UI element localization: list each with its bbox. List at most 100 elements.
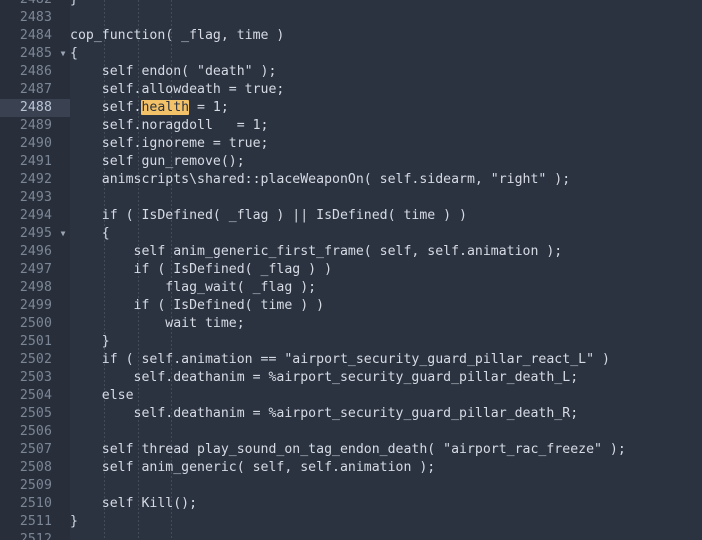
code-text[interactable]: self thread play_sound_on_tag_endon_deat… — [70, 441, 626, 459]
line-gutter[interactable]: 2494 — [0, 207, 70, 225]
code-line[interactable]: 2483 — [0, 9, 702, 27]
line-gutter[interactable]: 2491 — [0, 153, 70, 171]
line-gutter[interactable]: 2505 — [0, 405, 70, 423]
code-text[interactable]: self.noragdoll = 1; — [70, 117, 269, 135]
line-gutter[interactable]: 2504 — [0, 387, 70, 405]
line-gutter[interactable]: 2484 — [0, 27, 70, 45]
line-number: 2503 — [19, 370, 52, 385]
code-text[interactable]: self.allowdeath = true; — [70, 81, 285, 99]
line-gutter[interactable]: 2495 ▼ — [0, 225, 70, 243]
code-text[interactable]: flag_wait( _flag ); — [70, 279, 316, 297]
code-line[interactable]: 2493 — [0, 189, 702, 207]
code-line[interactable]: 2505 self.deathanim = %airport_security_… — [0, 405, 702, 423]
code-editor[interactable]: 2482}24832484cop_function( _flag, time )… — [0, 0, 702, 540]
line-gutter[interactable]: 2508 — [0, 459, 70, 477]
code-line[interactable]: 2487 self.allowdeath = true; — [0, 81, 702, 99]
code-line[interactable]: 2510 self Kill(); — [0, 495, 702, 513]
line-gutter[interactable]: 2482 — [0, 0, 70, 9]
code-text[interactable]: cop_function( _flag, time ) — [70, 27, 284, 45]
line-gutter[interactable]: 2490 — [0, 135, 70, 153]
code-line[interactable]: 2491 self gun_remove(); — [0, 153, 702, 171]
code-text[interactable]: animscripts\shared::placeWeaponOn( self.… — [70, 171, 570, 189]
code-line[interactable]: 2511} — [0, 513, 702, 531]
line-gutter[interactable]: 2502 — [0, 351, 70, 369]
code-text[interactable]: } — [70, 333, 110, 351]
line-gutter[interactable]: 2501 — [0, 333, 70, 351]
fold-triangle-down-icon[interactable]: ▼ — [57, 225, 69, 243]
fold-triangle-down-icon[interactable]: ▼ — [57, 45, 69, 63]
code-line[interactable]: 2498 flag_wait( _flag ); — [0, 279, 702, 297]
line-gutter[interactable]: 2500 — [0, 315, 70, 333]
code-text[interactable]: if ( IsDefined( _flag ) ) — [70, 261, 333, 279]
code-line[interactable]: 2508 self anim_generic( self, self.anima… — [0, 459, 702, 477]
code-text[interactable]: self Kill(); — [70, 495, 197, 513]
line-gutter[interactable]: 2510 — [0, 495, 70, 513]
code-line[interactable]: 2506 — [0, 423, 702, 441]
code-line[interactable]: 2502 if ( self.animation == "airport_sec… — [0, 351, 702, 369]
line-gutter[interactable]: 2487 — [0, 81, 70, 99]
line-gutter[interactable]: 2493 — [0, 189, 70, 207]
code-line[interactable]: 2482} — [0, 0, 702, 9]
line-number: 2506 — [19, 424, 52, 439]
code-line[interactable]: 2490 self.ignoreme = true; — [0, 135, 702, 153]
code-text[interactable]: { — [70, 225, 110, 243]
line-number: 2491 — [19, 154, 52, 169]
code-line[interactable]: 2489 self.noragdoll = 1; — [0, 117, 702, 135]
code-line[interactable]: 2495 ▼ { — [0, 225, 702, 243]
line-gutter[interactable]: 2498 — [0, 279, 70, 297]
code-text[interactable]: } — [70, 0, 78, 9]
code-text[interactable]: if ( IsDefined( time ) ) — [70, 297, 325, 315]
line-gutter[interactable]: 2492 — [0, 171, 70, 189]
line-gutter[interactable]: 2511 — [0, 513, 70, 531]
line-gutter[interactable]: 2486 — [0, 63, 70, 81]
code-line[interactable]: 2500 wait time; — [0, 315, 702, 333]
code-line[interactable]: 2485 ▼{ — [0, 45, 702, 63]
code-line[interactable]: 2507 self thread play_sound_on_tag_endon… — [0, 441, 702, 459]
line-gutter[interactable]: 2483 — [0, 9, 70, 27]
code-line[interactable]: 2512 — [0, 531, 702, 540]
code-text[interactable]: else — [70, 387, 134, 405]
line-number: 2499 — [19, 298, 52, 313]
line-gutter[interactable]: 2507 — [0, 441, 70, 459]
line-gutter[interactable]: 2506 — [0, 423, 70, 441]
line-gutter[interactable]: 2489 — [0, 117, 70, 135]
line-gutter[interactable]: 2499 — [0, 297, 70, 315]
code-lines-container[interactable]: 2482}24832484cop_function( _flag, time )… — [0, 0, 702, 540]
line-gutter[interactable]: 2512 — [0, 531, 70, 540]
line-gutter[interactable]: 2509 — [0, 477, 70, 495]
code-line[interactable]: 2488 self.health = 1; — [0, 99, 702, 117]
line-gutter[interactable]: 2497 — [0, 261, 70, 279]
line-number: 2501 — [19, 334, 52, 349]
line-gutter[interactable]: 2496 — [0, 243, 70, 261]
code-text[interactable]: self.health = 1; — [70, 99, 229, 117]
code-text[interactable]: self anim_generic( self, self.animation … — [70, 459, 435, 477]
code-text[interactable]: } — [70, 513, 78, 531]
line-gutter[interactable]: 2485 ▼ — [0, 45, 70, 63]
code-text[interactable]: self.ignoreme = true; — [70, 135, 269, 153]
code-line[interactable]: 2484 cop_function( _flag, time ) — [0, 27, 702, 45]
code-line[interactable]: 2494 if ( IsDefined( _flag ) || IsDefine… — [0, 207, 702, 225]
search-match-highlight[interactable]: health — [141, 100, 190, 115]
code-text[interactable]: wait time; — [70, 315, 244, 333]
code-line[interactable]: 2496 self anim_generic_first_frame( self… — [0, 243, 702, 261]
line-gutter[interactable]: 2488 — [0, 99, 70, 117]
code-text[interactable]: self.deathanim = %airport_security_guard… — [70, 405, 579, 423]
line-number: 2507 — [19, 442, 52, 457]
line-gutter[interactable]: 2503 — [0, 369, 70, 387]
code-line[interactable]: 2504 else — [0, 387, 702, 405]
line-number: 2497 — [19, 262, 52, 277]
code-text[interactable]: self anim_generic_first_frame( self, sel… — [70, 243, 563, 261]
code-text[interactable]: { — [70, 45, 78, 63]
code-text[interactable]: if ( self.animation == "airport_security… — [70, 351, 610, 369]
code-line[interactable]: 2492 animscripts\shared::placeWeaponOn( … — [0, 171, 702, 189]
code-line[interactable]: 2503 self.deathanim = %airport_security_… — [0, 369, 702, 387]
code-text[interactable]: self endon( "death" ); — [70, 63, 277, 81]
code-line[interactable]: 2501 } — [0, 333, 702, 351]
code-line[interactable]: 2486 self endon( "death" ); — [0, 63, 702, 81]
code-text[interactable]: if ( IsDefined( _flag ) || IsDefined( ti… — [70, 207, 467, 225]
code-line[interactable]: 2509 — [0, 477, 702, 495]
code-line[interactable]: 2499 if ( IsDefined( time ) ) — [0, 297, 702, 315]
code-line[interactable]: 2497 if ( IsDefined( _flag ) ) — [0, 261, 702, 279]
code-text[interactable]: self gun_remove(); — [70, 153, 245, 171]
code-text[interactable]: self.deathanim = %airport_security_guard… — [70, 369, 579, 387]
